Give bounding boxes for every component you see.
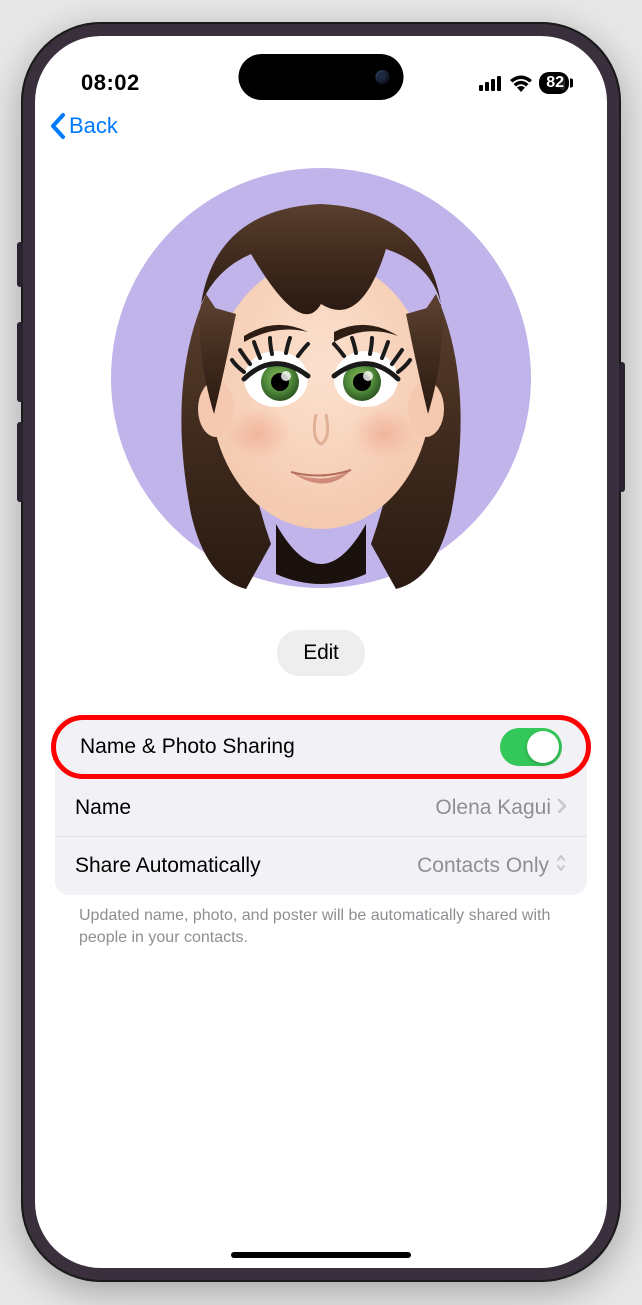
chevron-right-icon [557, 796, 567, 820]
row-label: Share Automatically [75, 854, 261, 878]
settings-footer-text: Updated name, photo, and poster will be … [55, 895, 587, 948]
row-label: Name & Photo Sharing [80, 735, 295, 759]
name-photo-sharing-row[interactable]: Name & Photo Sharing [51, 715, 591, 779]
wifi-icon [509, 75, 533, 92]
nav-bar: Back [35, 106, 607, 150]
cellular-signal-icon [479, 76, 503, 91]
side-button [17, 242, 23, 287]
up-down-chevron-icon [555, 854, 567, 878]
status-time: 08:02 [81, 70, 140, 96]
row-value: Olena Kagui [435, 796, 567, 820]
memoji-avatar-icon [136, 184, 506, 604]
status-right: 82 [479, 72, 569, 94]
camera-icon [376, 70, 390, 84]
content-area: Edit Name & Photo Sharing Name Olena Kag… [35, 150, 607, 1268]
row-value: Contacts Only [417, 854, 567, 878]
screen: 08:02 [35, 36, 607, 1268]
dynamic-island [239, 54, 404, 100]
home-indicator[interactable] [231, 1252, 411, 1258]
edit-button[interactable]: Edit [277, 630, 364, 676]
share-automatically-row[interactable]: Share Automatically Contacts Only [55, 837, 587, 895]
side-button [17, 422, 23, 502]
back-chevron-icon[interactable] [49, 112, 67, 140]
side-button [17, 322, 23, 402]
battery-icon: 82 [539, 72, 569, 94]
row-label: Name [75, 796, 131, 820]
profile-avatar[interactable] [111, 168, 531, 588]
back-button[interactable]: Back [69, 113, 118, 139]
side-button [619, 362, 625, 492]
settings-group: Name & Photo Sharing Name Olena Kagui Sh… [55, 718, 587, 895]
phone-frame: 08:02 [21, 22, 621, 1282]
toggle-switch[interactable] [500, 728, 562, 766]
name-row[interactable]: Name Olena Kagui [55, 779, 587, 837]
